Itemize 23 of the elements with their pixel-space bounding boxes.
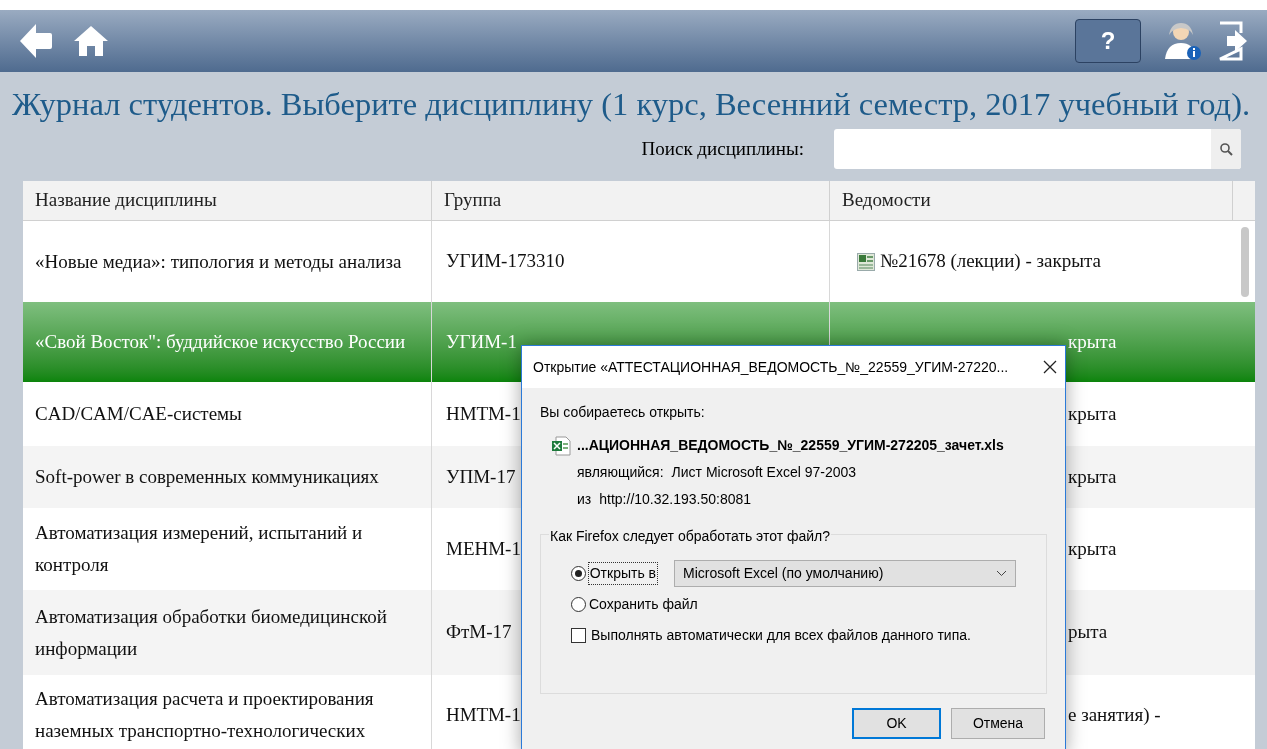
group-label: Как Firefox следует обработать этот файл? <box>549 526 832 547</box>
group-name: НМТМ-1 <box>446 702 521 727</box>
group-name: МЕНМ-1 <box>446 536 521 561</box>
search-label: Поиск дисциплины: <box>641 136 804 161</box>
type-label: являющийся: <box>577 463 664 482</box>
discipline-name: «Свой Восток": буддийское искусство России <box>35 330 406 354</box>
group-name: УГИМ-1 <box>446 329 517 354</box>
discipline-name: «Новые медиа»: типология и методы анализа <box>35 249 402 274</box>
group-name: УГИМ-173310 <box>446 249 565 274</box>
source-label: из <box>577 490 592 509</box>
discipline-name: Автоматизация обработки биомедицинской информации <box>35 604 388 661</box>
discipline-name: Автоматизация расчета и проектирования наземных транспортно-технологических <box>35 687 375 743</box>
dialog-title: Открытие «АТТЕСТАЦИОННАЯ_ВЕДОМОСТЬ_№_22559_УГИМ-27220... <box>533 357 1010 377</box>
group-name: ФтМ-17 <box>446 620 512 645</box>
page-title: Журнал студентов. Выберите дисциплину (1 курс, Весенний семестр, 2017 учебный год). <box>11 85 1252 122</box>
source-url: http://10.32.193.50:8081 <box>599 490 752 509</box>
dialog-intro: Вы собираетесь открыть: <box>540 403 706 422</box>
type-value: Лист Microsoft Excel 97-2003 <box>671 463 857 482</box>
discipline-name: Автоматизация измерений, испытаний и контроля <box>35 521 364 577</box>
group-name: УПМ-17 <box>446 464 516 489</box>
discipline-name: Soft-power в современных коммуникациях <box>35 465 379 489</box>
group-name: НМТМ-1 <box>446 401 521 426</box>
discipline-name: CAD/CAM/CAE-системы <box>35 402 242 426</box>
